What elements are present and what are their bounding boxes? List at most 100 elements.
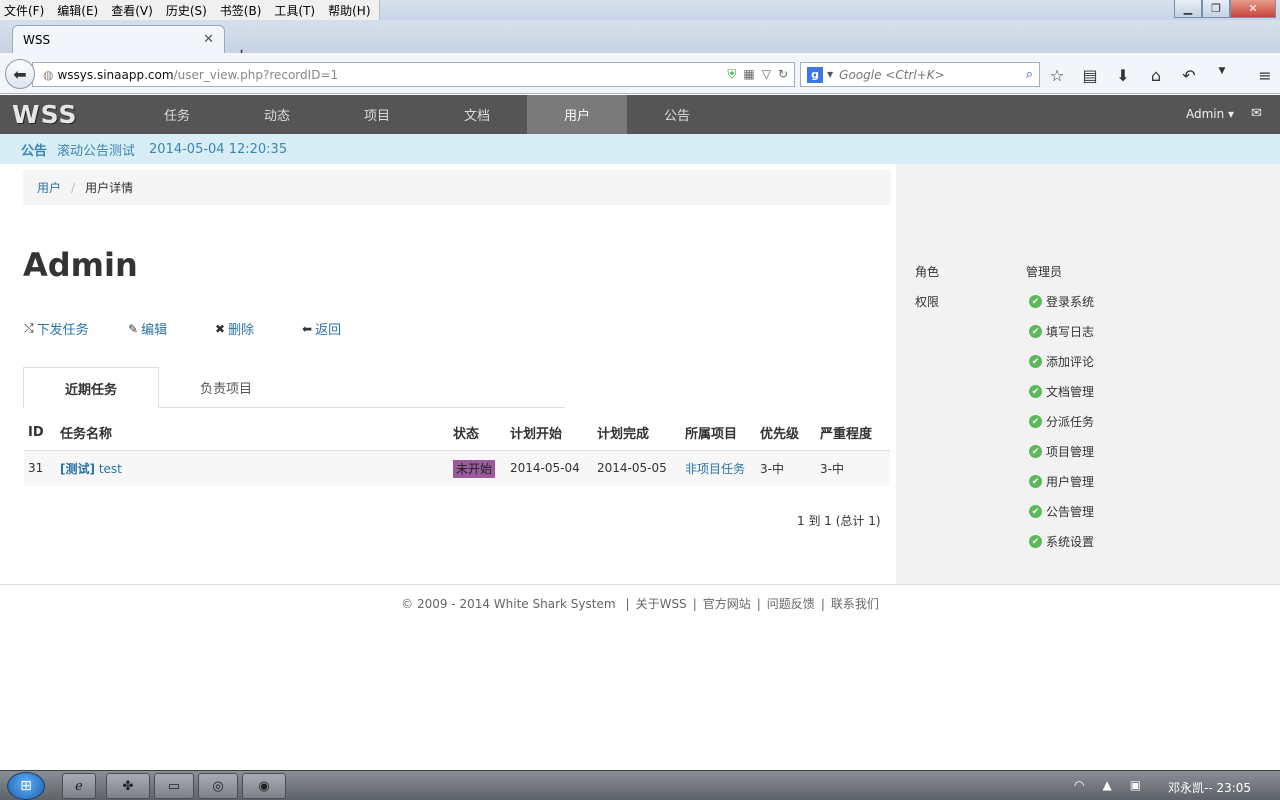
nav-announcements[interactable]: 公告 xyxy=(627,95,727,134)
role-value: 管理员 xyxy=(1026,265,1063,279)
menu-icon[interactable]: ≡ xyxy=(1256,66,1274,85)
breadcrumb-current: 用户详情 xyxy=(85,181,134,195)
check-icon: ✔ xyxy=(1029,355,1042,368)
permissions-label: 权限 xyxy=(915,295,940,309)
close-window-button[interactable]: ✕ xyxy=(1230,0,1276,18)
close-tab-icon[interactable]: ✕ xyxy=(203,32,214,47)
menu-bookmarks[interactable]: 书签(B) xyxy=(220,2,262,19)
browser-menubar: 文件(F) 编辑(E) 查看(V) 历史(S) 书签(B) 工具(T) 帮助(H… xyxy=(0,0,1280,20)
assign-task-link[interactable]: ⤭ 下发任务 xyxy=(24,319,128,338)
back-button[interactable]: ⬅ xyxy=(5,59,35,89)
check-icon: ✔ xyxy=(1029,415,1042,428)
user-menu-dropdown[interactable]: Admin ▾ xyxy=(1186,107,1234,121)
permission-item: ✔ 文档管理 xyxy=(1029,383,1094,400)
shuffle-icon: ⤭ xyxy=(24,321,34,335)
back-link[interactable]: ⬅ 返回 xyxy=(302,319,341,339)
arrow-left-icon: ⬅ xyxy=(302,321,313,336)
ie-icon[interactable]: ℯ xyxy=(62,773,96,799)
browser-tab[interactable]: WSS ✕ xyxy=(12,25,225,53)
nav-tasks[interactable]: 任务 xyxy=(127,95,227,134)
reading-list-icon[interactable]: ▤ xyxy=(1081,66,1099,85)
globe-icon: ◍ xyxy=(43,67,54,82)
status-badge: 未开始 xyxy=(453,459,496,478)
download-icon[interactable]: ⬇ xyxy=(1114,66,1132,85)
nav-activity[interactable]: 动态 xyxy=(227,95,327,134)
restore-button[interactable]: ❐ xyxy=(1202,0,1230,18)
network-icon[interactable]: ▣ xyxy=(1130,778,1141,792)
nav-documents[interactable]: 文档 xyxy=(427,95,527,134)
cell-project: 非项目任务 xyxy=(681,450,756,486)
permission-item: ✔ 系统设置 xyxy=(1029,533,1094,550)
search-engine-dropdown-icon[interactable]: ▼ xyxy=(827,70,833,79)
table-header-row: ID 任务名称 状态 计划开始 计划完成 所属项目 优先级 严重程度 xyxy=(24,416,890,451)
firefox-icon[interactable]: ◉ xyxy=(242,773,286,799)
permission-item: ✔ 登录系统 xyxy=(1029,293,1094,310)
breadcrumb-users-link[interactable]: 用户 xyxy=(37,179,61,196)
home-icon[interactable]: ⌂ xyxy=(1147,66,1165,85)
wss-logo[interactable]: WSS xyxy=(12,100,77,129)
footer-link-about[interactable]: 关于WSS xyxy=(636,595,687,612)
url-text[interactable]: wssys.sinaapp.com/user_view.php?recordID… xyxy=(57,68,727,82)
check-icon: ✔ xyxy=(1029,325,1042,338)
footer-link-feedback[interactable]: 问题反馈 xyxy=(767,595,815,612)
reload-icon[interactable]: ↻ xyxy=(778,67,788,82)
undo-dropdown-icon[interactable]: ▼ xyxy=(1213,66,1231,85)
footer-link-website[interactable]: 官方网站 xyxy=(703,595,751,612)
nav-projects[interactable]: 项目 xyxy=(327,95,427,134)
dropdown-arrow-icon[interactable]: ▽ xyxy=(762,67,771,82)
col-status: 状态 xyxy=(449,416,506,451)
cell-task-name: [测试] test xyxy=(56,450,449,486)
permission-item: ✔ 添加评论 xyxy=(1029,353,1094,370)
permission-item: ✔ 公告管理 xyxy=(1029,503,1094,520)
folder-icon[interactable]: ▭ xyxy=(154,773,194,799)
search-bar[interactable]: g ▼ Google <Ctrl+K> ⌕ xyxy=(800,62,1040,87)
edit-link[interactable]: ✎ 编辑 xyxy=(128,319,215,339)
app-clover-icon[interactable]: ✤ xyxy=(106,773,150,799)
announcement-text[interactable]: 滚动公告测试 xyxy=(57,140,135,159)
menu-view[interactable]: 查看(V) xyxy=(111,2,153,19)
check-icon: ✔ xyxy=(1029,445,1042,458)
minimize-button[interactable]: ▁ xyxy=(1174,0,1202,18)
start-button[interactable]: ⊞ xyxy=(7,772,45,800)
menu-edit[interactable]: 编辑(E) xyxy=(57,2,98,19)
bookmark-star-icon[interactable]: ☆ xyxy=(1048,66,1066,85)
tab-recent-tasks[interactable]: 近期任务 xyxy=(23,367,159,409)
permission-item: ✔ 项目管理 xyxy=(1029,443,1094,460)
browser-toolbar-icons: ☆ ▤ ⬇ ⌂ ↶ ▼ ≡ xyxy=(1048,66,1274,85)
menu-help[interactable]: 帮助(H) xyxy=(328,2,370,19)
nav-users[interactable]: 用户 xyxy=(527,95,627,134)
task-tag-link[interactable]: [测试] xyxy=(60,462,95,476)
task-name-link[interactable]: test xyxy=(99,462,122,476)
table-row: 31 [测试] test 未开始 2014-05-04 2014-05-05 非… xyxy=(24,450,890,486)
qr-code-icon[interactable]: ▦ xyxy=(743,67,754,82)
breadcrumb-separator: / xyxy=(71,180,76,195)
role-label: 角色 xyxy=(915,265,940,279)
app-navbar: WSS 任务 动态 项目 文档 用户 公告 Admin ▾ ✉ xyxy=(0,95,1280,134)
mail-icon[interactable]: ✉ xyxy=(1251,106,1262,121)
footer-link-contact[interactable]: 联系我们 xyxy=(831,595,879,612)
footer-separator: | xyxy=(756,596,761,611)
wifi-icon[interactable]: ◠ xyxy=(1074,778,1084,792)
menu-list: 文件(F) 编辑(E) 查看(V) 历史(S) 书签(B) 工具(T) 帮助(H… xyxy=(0,0,380,20)
tray-expand-icon[interactable]: ▲ xyxy=(1102,778,1111,792)
menu-history[interactable]: 历史(S) xyxy=(166,2,207,19)
taskbar-clock[interactable]: 邓永凯-- 23:05 xyxy=(1168,779,1251,796)
menu-tools[interactable]: 工具(T) xyxy=(274,2,315,19)
google-icon[interactable]: g xyxy=(807,66,823,83)
col-id: ID xyxy=(24,416,56,451)
search-input[interactable]: Google <Ctrl+K> xyxy=(839,68,1026,82)
delete-link[interactable]: ✖ 删除 xyxy=(215,319,302,339)
url-bar[interactable]: ◍ wssys.sinaapp.com/user_view.php?record… xyxy=(32,62,795,87)
search-icon[interactable]: ⌕ xyxy=(1026,67,1033,82)
app-photo-icon[interactable]: ◎ xyxy=(198,773,238,799)
shield-icon[interactable]: ⛨ xyxy=(727,67,736,82)
col-priority: 优先级 xyxy=(756,416,816,451)
undo-icon[interactable]: ↶ xyxy=(1180,66,1198,85)
project-link[interactable]: 非项目任务 xyxy=(685,462,745,476)
tab-owned-projects[interactable]: 负责项目 xyxy=(159,367,293,408)
cell-id: 31 xyxy=(24,450,56,486)
menu-file[interactable]: 文件(F) xyxy=(4,2,44,19)
check-icon: ✔ xyxy=(1029,295,1042,308)
col-plan-end: 计划完成 xyxy=(593,416,681,451)
cell-status: 未开始 xyxy=(449,450,506,486)
